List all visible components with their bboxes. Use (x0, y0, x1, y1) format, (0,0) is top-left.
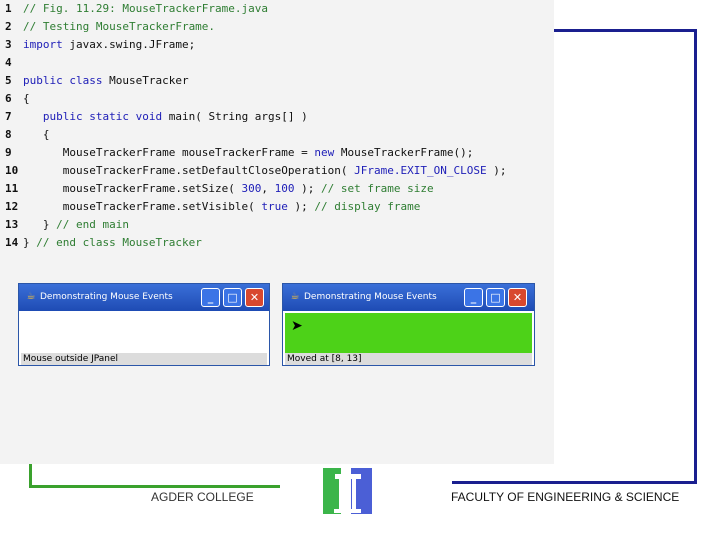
line-number: 14 (5, 236, 19, 249)
code-token: // display frame (314, 200, 421, 213)
code-line: 8 { (0, 126, 50, 144)
code-token: mouseTrackerFrame.setVisible( (23, 200, 262, 213)
code-line: 4 (0, 54, 23, 72)
code-line: 11 mouseTrackerFrame.setSize( 300, 100 )… (0, 180, 434, 198)
line-number: 3 (5, 38, 12, 51)
line-number: 2 (5, 20, 12, 33)
window-title: Demonstrating Mouse Events (40, 292, 173, 302)
line-number: 1 (5, 2, 12, 15)
tracking-panel[interactable] (21, 313, 267, 353)
code-token: } (23, 236, 37, 249)
maximize-button[interactable]: □ (486, 288, 505, 307)
code-token: 100 (274, 182, 295, 195)
code-token: , (261, 182, 275, 195)
window-title: Demonstrating Mouse Events (304, 292, 437, 302)
code-token: true (261, 200, 288, 213)
status-label: Mouse outside JPanel (21, 353, 267, 365)
line-number: 10 (5, 164, 19, 177)
demo-window-2[interactable]: ☕ Demonstrating Mouse Events _ □ ✕ ➤ Mov… (282, 283, 535, 366)
java-icon: ☕ (290, 291, 300, 302)
code-token: import (23, 38, 63, 51)
code-token: MouseTracker (102, 74, 189, 87)
minimize-button[interactable]: _ (464, 288, 483, 307)
code-token: // Fig. 11.29: MouseTrackerFrame.java (23, 2, 269, 15)
line-number: 4 (5, 56, 12, 69)
college-logo (321, 466, 374, 516)
frame-line-bottom-right (452, 481, 697, 484)
code-token: public static void (42, 110, 163, 123)
close-button[interactable]: ✕ (508, 288, 527, 307)
code-token: } (23, 218, 57, 231)
footer-college-name: AGDER COLLEGE (151, 490, 254, 504)
code-line: 13 } // end main (0, 216, 129, 234)
code-line: 2 // Testing MouseTrackerFrame. (0, 18, 215, 36)
code-token: ); (294, 182, 322, 195)
frame-line-bottom-green (29, 485, 280, 488)
code-token: // set frame size (321, 182, 434, 195)
line-number: 8 (5, 128, 12, 141)
line-number: 6 (5, 92, 12, 105)
window-titlebar[interactable]: ☕ Demonstrating Mouse Events _ □ ✕ (19, 284, 269, 311)
line-number: 5 (5, 74, 12, 87)
code-line: 10 mouseTrackerFrame.setDefaultCloseOper… (0, 162, 506, 180)
code-token: new (314, 146, 335, 159)
tracking-panel[interactable]: ➤ (285, 313, 532, 353)
code-token: MouseTrackerFrame(); (334, 146, 474, 159)
demo-window-1[interactable]: ☕ Demonstrating Mouse Events _ □ ✕ Mouse… (18, 283, 270, 366)
code-token: ); (486, 164, 507, 177)
window-titlebar[interactable]: ☕ Demonstrating Mouse Events _ □ ✕ (283, 284, 534, 311)
code-token: // end class MouseTracker (36, 236, 202, 249)
code-line: 12 mouseTrackerFrame.setVisible( true );… (0, 198, 420, 216)
mouse-cursor-icon: ➤ (291, 318, 303, 334)
code-token: mouseTrackerFrame.setDefaultCloseOperati… (23, 164, 355, 177)
code-token: { (23, 128, 50, 141)
code-token: // Testing MouseTrackerFrame. (23, 20, 216, 33)
code-token: mouseTrackerFrame.setSize( (23, 182, 242, 195)
line-number: 9 (5, 146, 12, 159)
code-token: MouseTrackerFrame mouseTrackerFrame = (23, 146, 315, 159)
code-line: 9 MouseTrackerFrame mouseTrackerFrame = … (0, 144, 473, 162)
code-token: public class (23, 74, 103, 87)
close-button[interactable]: ✕ (245, 288, 264, 307)
minimize-button[interactable]: _ (201, 288, 220, 307)
code-line: 5 public class MouseTracker (0, 72, 189, 90)
code-line: 14} // end class MouseTracker (0, 234, 202, 252)
code-token: 300 (241, 182, 262, 195)
code-line: 1 // Fig. 11.29: MouseTrackerFrame.java (0, 0, 268, 18)
code-token: ); (287, 200, 315, 213)
code-token: // end main (56, 218, 129, 231)
frame-line-top (553, 29, 697, 32)
frame-line-right (694, 29, 697, 484)
code-listing: 1 // Fig. 11.29: MouseTrackerFrame.java 2 /… (0, 0, 554, 464)
line-number: 12 (5, 200, 19, 213)
code-line: 6{ (0, 90, 30, 108)
java-icon: ☕ (26, 291, 36, 302)
code-token: JFrame.EXIT_ON_CLOSE (354, 164, 487, 177)
footer-faculty-name: FACULTY OF ENGINEERING & SCIENCE (451, 490, 680, 504)
line-number: 7 (5, 110, 12, 123)
code-line: 7 public static void main( String args[]… (0, 108, 308, 126)
code-token: main( String args[] ) (162, 110, 308, 123)
code-token: javax.swing.JFrame; (62, 38, 196, 51)
line-number: 11 (5, 182, 19, 195)
code-token: { (23, 92, 30, 105)
code-line: 3 import javax.swing.JFrame; (0, 36, 195, 54)
status-label: Moved at [8, 13] (285, 353, 532, 365)
maximize-button[interactable]: □ (223, 288, 242, 307)
line-number: 13 (5, 218, 19, 231)
